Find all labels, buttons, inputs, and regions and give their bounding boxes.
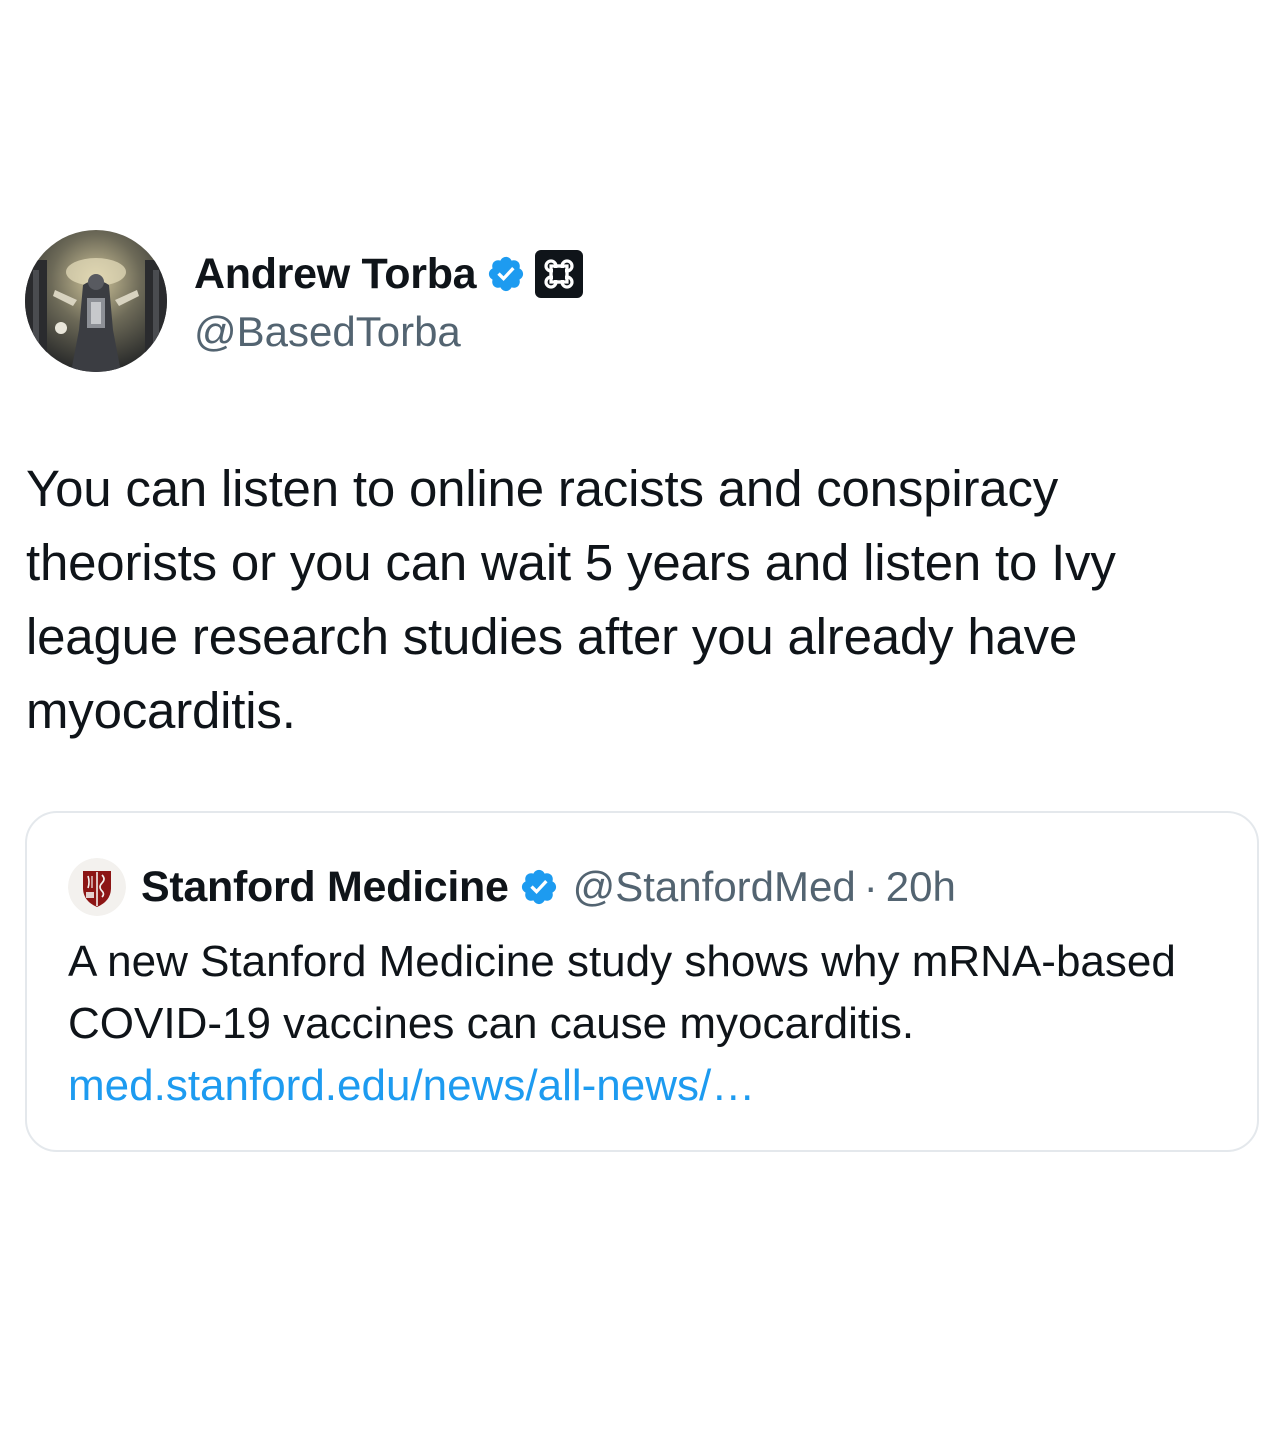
tweet-header: Andrew Torba @BasedTorba [25,230,584,372]
quoted-tweet-link[interactable]: med.stanford.edu/news/all-news/… [68,1061,755,1110]
author-display-name[interactable]: Andrew Torba [194,250,477,299]
quoted-display-name[interactable]: Stanford Medicine [141,863,509,912]
quoted-tweet-text: A new Stanford Medicine study shows why … [68,931,1228,1117]
quoted-tweet-card[interactable]: Stanford Medicine @StanfordMed · 20h A n… [25,811,1259,1152]
author-name-line: Andrew Torba [194,244,584,304]
quoted-handle[interactable]: @StanfordMed [573,863,856,911]
quoted-tweet-body: A new Stanford Medicine study shows why … [68,937,1176,1048]
quoted-separator: · [863,863,878,910]
quoted-verified-badge-icon [519,867,559,907]
quoted-timestamp[interactable]: 20h [886,863,956,911]
tweet-text: You can listen to online racists and con… [26,460,1116,739]
command-key-icon[interactable] [534,249,584,299]
avatar-image-icon [25,230,167,372]
author-handle[interactable]: @BasedTorba [194,306,584,358]
verified-badge-icon [486,254,526,294]
stanford-shield-icon[interactable] [68,858,126,916]
author-avatar[interactable] [25,230,167,372]
tweet: Andrew Torba @BasedTorba You can listen … [0,0,1288,1454]
quoted-tweet-header: Stanford Medicine @StanfordMed · 20h [68,857,956,917]
author-names: Andrew Torba @BasedTorba [194,244,584,358]
